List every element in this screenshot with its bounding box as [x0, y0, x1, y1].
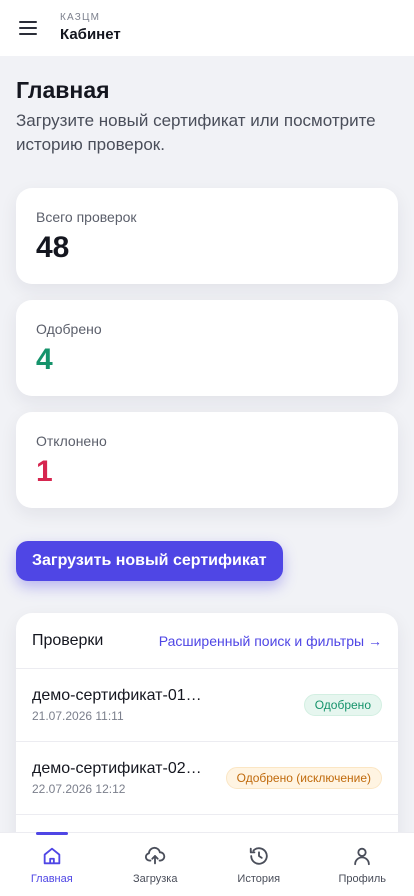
check-date: 21.07.2026 11:11 — [32, 709, 124, 723]
stat-value: 1 — [36, 455, 53, 488]
check-date: 22.07.2026 12:12 — [32, 782, 126, 796]
page-title: Главная — [16, 77, 110, 103]
stats-list: Всего проверок 48 Одобрено 4 Отклонено 1 — [16, 188, 398, 508]
check-row[interactable]: демо-сертификат-01.pdf 21.07.2026 11:11 … — [16, 669, 398, 742]
stat-label: Всего проверок — [36, 209, 137, 225]
nav-label: Главная — [30, 873, 73, 885]
nav-item-home[interactable]: Главная — [0, 832, 104, 896]
nav-item-history[interactable]: История — [207, 833, 311, 896]
active-indicator — [35, 832, 68, 835]
status-badge: Одобрено (исключение) — [225, 767, 382, 789]
top-app-bar: КАЗЦМ Кабинет — [0, 0, 414, 56]
stat-value: 48 — [36, 231, 70, 264]
nav-label: Профиль — [338, 873, 387, 885]
brand-title: Кабинет — [60, 25, 121, 43]
stat-label: Одобрено — [36, 321, 102, 337]
stat-label: Отклонено — [36, 433, 107, 449]
stat-card-rejected: Отклонено 1 — [16, 412, 398, 508]
nav-label: Загрузка — [133, 873, 178, 885]
nav-item-upload[interactable]: Загрузка — [104, 833, 208, 896]
brand: КАЗЦМ Кабинет — [60, 12, 121, 45]
nav-label: История — [237, 873, 281, 885]
check-row-text: демо-сертификат-01.pdf 21.07.2026 11:11 — [32, 686, 202, 724]
stat-card-total: Всего проверок 48 — [16, 188, 398, 284]
check-row[interactable]: демо-сертификат-02.pdf 22.07.2026 12:12 … — [16, 742, 398, 815]
menu-button[interactable] — [0, 0, 56, 56]
hamburger-icon — [19, 21, 37, 35]
bottom-navigation: Главная Загрузка История Профиль — [0, 832, 414, 896]
advanced-search-link[interactable]: Расширенный поиск и фильтры → — [159, 633, 382, 649]
page-subtitle: Загрузите новый сертификат или посмотрит… — [16, 111, 376, 154]
home-icon — [43, 847, 60, 865]
checks-header: Проверки Расширенный поиск и фильтры → — [16, 613, 398, 669]
file-name: демо-сертификат-01.pdf — [32, 687, 202, 704]
stat-value: 4 — [36, 343, 53, 376]
checks-title: Проверки — [32, 631, 104, 649]
stat-card-approved: Одобрено 4 — [16, 300, 398, 396]
history-icon — [249, 847, 268, 865]
upload-certificate-button[interactable]: Загрузить новый сертификат — [16, 541, 283, 581]
brand-kicker: КАЗЦМ — [60, 11, 101, 23]
status-badge: Одобрено — [303, 694, 382, 716]
main-content: Главная Загрузите новый сертификат или п… — [0, 56, 414, 832]
check-row-text: демо-сертификат-02.pdf 22.07.2026 12:12 — [32, 759, 202, 797]
file-name: демо-сертификат-02.pdf — [32, 760, 202, 777]
nav-item-profile[interactable]: Профиль — [311, 833, 414, 896]
checks-card: Проверки Расширенный поиск и фильтры → д… — [16, 613, 398, 832]
cloud-upload-icon — [145, 846, 166, 865]
user-icon — [354, 847, 371, 866]
